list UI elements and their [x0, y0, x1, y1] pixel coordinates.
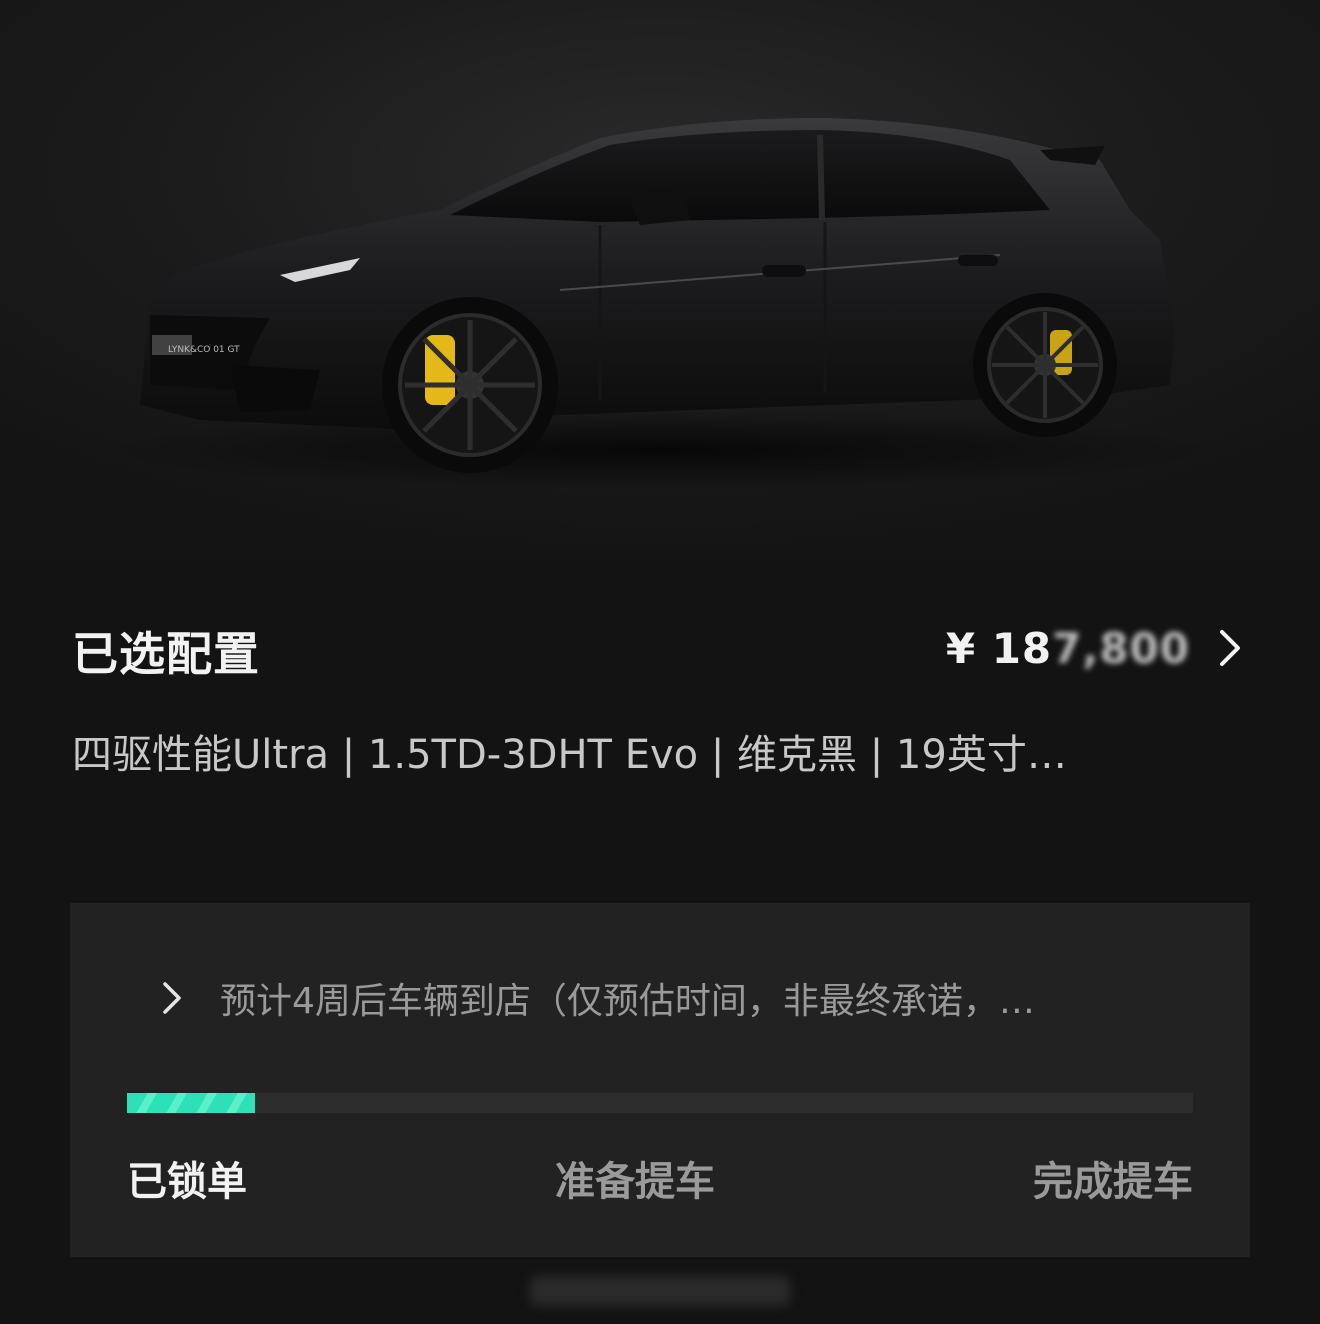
step-preparing: 准备提车: [555, 1159, 715, 1205]
car-illustration: LYNK&CO 01 GT: [100, 118, 1220, 490]
progress-fill: [127, 1093, 255, 1113]
bottom-obscured-text: [530, 1276, 790, 1306]
price-link[interactable]: ¥ 18 7,800: [946, 620, 1244, 676]
delivery-progress-bar: [127, 1093, 1193, 1113]
selected-config-title: 已选配置: [72, 627, 260, 681]
rear-wheel: [973, 293, 1117, 437]
arrival-estimate-text: 预计4周后车辆到店（仅预估时间，非最终承诺，…: [220, 981, 1035, 1022]
car-hero-image: LYNK&CO 01 GT: [0, 0, 1320, 560]
arrival-estimate-row[interactable]: 预计4周后车辆到店（仅预估时间，非最终承诺，…: [162, 973, 1182, 1023]
delivery-panel: 预计4周后车辆到店（仅预估时间，非最终承诺，… 已锁单 准备提车 完成提车: [70, 903, 1250, 1257]
chevron-right-icon: [163, 982, 181, 1014]
step-completed: 完成提车: [1033, 1159, 1193, 1205]
chevron-right-icon: [1220, 630, 1240, 666]
price-obscured: 7,800: [1052, 623, 1190, 673]
front-wheel: [382, 297, 558, 473]
step-locked: 已锁单: [127, 1159, 247, 1205]
car-badge: LYNK&CO 01 GT: [168, 345, 240, 355]
price-visible: ¥ 18: [945, 623, 1053, 673]
config-description: 四驱性能Ultra | 1.5TD-3DHT Evo | 维克黑 | 19英寸…: [72, 732, 1067, 778]
